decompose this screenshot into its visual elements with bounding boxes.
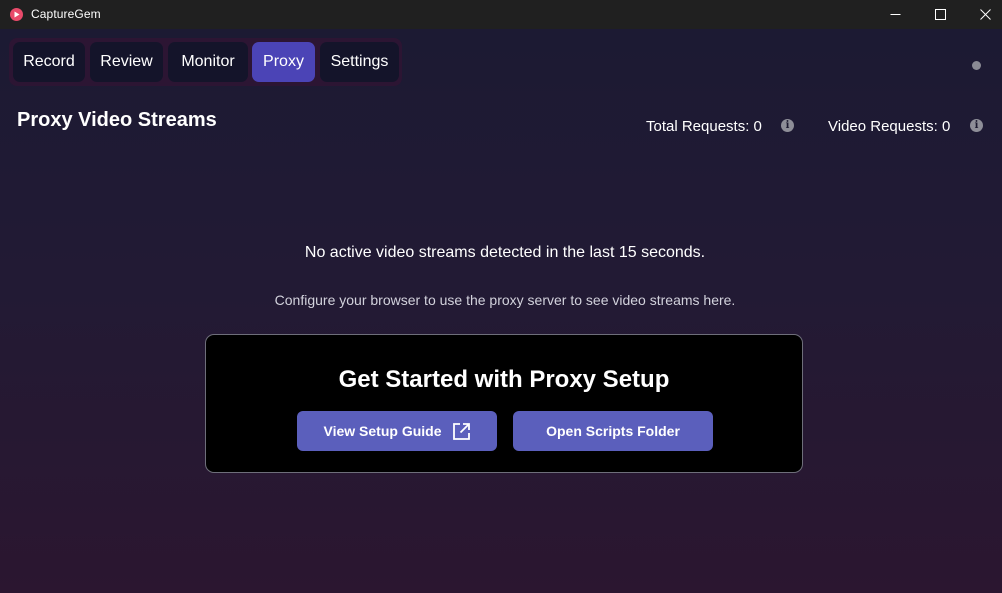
info-icon[interactable]: i [970,119,983,132]
video-requests-stat: Video Requests: 0 [828,118,951,135]
tab-bar: Record Review Monitor Proxy Settings [9,38,402,86]
proxy-setup-card: Get Started with Proxy Setup View Setup … [205,334,803,473]
view-setup-guide-button[interactable]: View Setup Guide [297,411,497,451]
main-content: Record Review Monitor Proxy Settings Pro… [0,29,1002,593]
tab-monitor[interactable]: Monitor [168,42,248,82]
tab-settings[interactable]: Settings [320,42,399,82]
info-icon[interactable]: i [781,119,794,132]
total-requests-stat: Total Requests: 0 [646,118,762,135]
minimize-icon[interactable] [872,0,918,29]
open-scripts-folder-button[interactable]: Open Scripts Folder [513,411,713,451]
window-title: CaptureGem [31,7,101,21]
setup-card-title: Get Started with Proxy Setup [338,366,670,393]
tab-proxy[interactable]: Proxy [252,42,315,82]
connection-status-dot [972,61,981,70]
title-bar: CaptureGem [0,0,1002,29]
view-setup-guide-label: View Setup Guide [323,423,442,439]
external-link-icon [452,422,471,441]
empty-state-message: No active video streams detected in the … [304,244,706,261]
page-title: Proxy Video Streams [17,109,217,131]
close-icon[interactable] [962,0,1002,29]
empty-state-hint: Configure your browser to use the proxy … [274,292,736,308]
tab-review[interactable]: Review [90,42,163,82]
maximize-icon[interactable] [917,0,963,29]
tab-record[interactable]: Record [13,42,85,82]
app-logo-icon [10,8,23,21]
